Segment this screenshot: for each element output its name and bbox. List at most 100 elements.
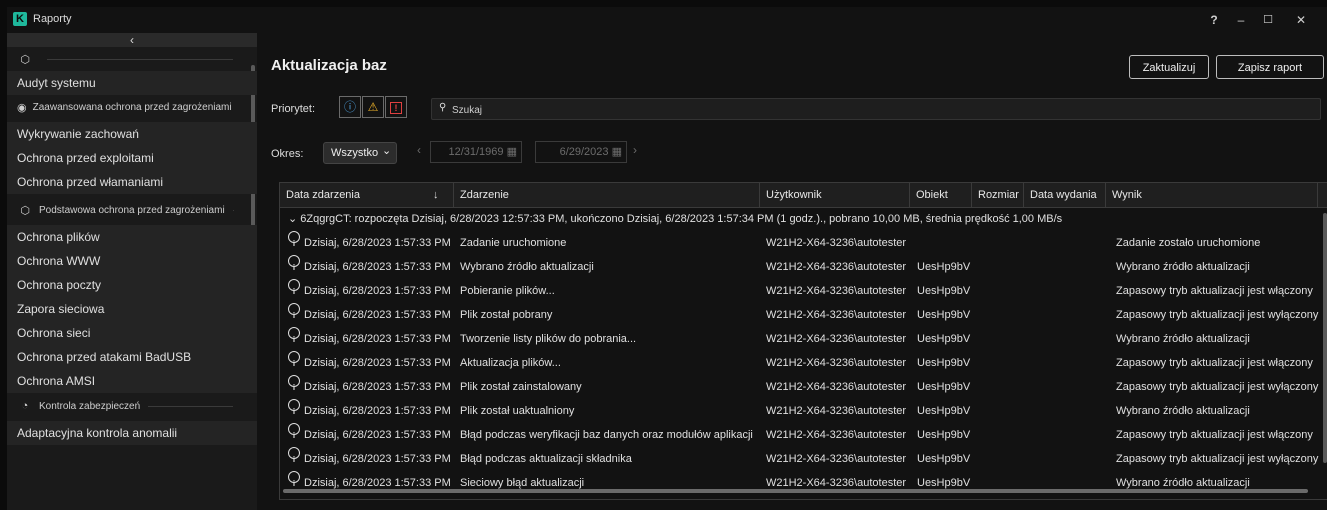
shield-outline-icon: ⬡ — [20, 204, 30, 217]
cell-result: Zapasowy tryb aktualizacji jest wyłączon… — [1116, 309, 1319, 321]
sort-descending-icon: ↓ — [433, 189, 439, 201]
cell-result: Zapasowy tryb aktualizacji jest włączony — [1116, 357, 1313, 369]
cell-date: Dzisiaj, 6/28/2023 1:57:33 PM — [304, 261, 451, 273]
save-report-button[interactable]: Zapisz raport — [1216, 55, 1324, 79]
info-icon: i — [288, 399, 300, 416]
column-header-object[interactable]: Obiekt — [910, 183, 972, 207]
sidebar-item[interactable]: Wykrywanie zachowań — [7, 122, 257, 146]
table-row[interactable]: i Dzisiaj, 6/28/2023 1:57:33 PM Plik zosta… — [280, 399, 1320, 423]
sidebar-section-label: Zaawansowana ochrona przed zagrożeniami — [32, 101, 232, 113]
sidebar: ‹ ⬡ Audyt systemu ◉ Zaawansowana ochrona pr… — [7, 33, 257, 510]
collapse-sidebar-button[interactable]: ‹ — [7, 33, 257, 47]
prev-period-button[interactable]: ‹ — [417, 143, 421, 157]
cell-object: UesHp9bV — [917, 309, 971, 321]
sidebar-item[interactable]: Ochrona przed włamaniami — [7, 170, 257, 194]
cell-user: W21H2-X64-3236\autotester — [766, 261, 907, 273]
sidebar-item[interactable]: Ochrona WWW — [7, 249, 257, 273]
minimize-icon[interactable]: – — [1230, 10, 1252, 30]
priority-info-toggle[interactable]: ⓘ — [339, 96, 361, 118]
maximize-icon[interactable]: ☐ — [1257, 10, 1279, 30]
cell-event: Plik został pobrany — [460, 309, 553, 321]
sidebar-item[interactable]: Ochrona sieci — [7, 321, 257, 345]
table-row[interactable]: i Dzisiaj, 6/28/2023 1:57:33 PM Pobieranie… — [280, 279, 1320, 303]
table-row[interactable]: i Dzisiaj, 6/28/2023 1:57:33 PM Tworzenie … — [280, 327, 1320, 351]
table-row[interactable]: i Dzisiaj, 6/28/2023 1:57:33 PM Zadanie ur… — [280, 231, 1320, 255]
column-header-event[interactable]: Zdarzenie — [454, 183, 760, 207]
cell-date: Dzisiaj, 6/28/2023 1:57:33 PM — [304, 381, 451, 393]
help-icon[interactable]: ? — [1203, 10, 1225, 30]
cell-event: Zadanie uruchomione — [460, 237, 567, 249]
sidebar-item[interactable]: Zapora sieciowa — [7, 297, 257, 321]
sidebar-item[interactable]: Ochrona poczty — [7, 273, 257, 297]
table-row[interactable]: i Dzisiaj, 6/28/2023 1:57:33 PM Aktualizac… — [280, 351, 1320, 375]
warning-icon: ⚠ — [367, 100, 379, 114]
info-icon: i — [288, 471, 300, 488]
cell-date: Dzisiaj, 6/28/2023 1:57:33 PM — [304, 477, 451, 489]
calendar-icon: ▦ — [506, 146, 517, 158]
cell-user: W21H2-X64-3236\autotester — [766, 285, 907, 297]
cell-object: UesHp9bV — [917, 429, 971, 441]
table-row[interactable]: i Dzisiaj, 6/28/2023 1:57:33 PM Sieciowy b… — [280, 471, 1320, 495]
period-dropdown[interactable]: Wszystko ⌄ — [323, 142, 397, 164]
sidebar-section-header: ⬡ — [7, 47, 257, 71]
info-icon: i — [288, 423, 300, 440]
info-icon: i — [288, 303, 300, 320]
table-row[interactable]: i Dzisiaj, 6/28/2023 1:57:33 PM Wybrano źr… — [280, 255, 1320, 279]
priority-critical-toggle[interactable]: ! — [385, 96, 407, 118]
date-from-field[interactable]: 12/31/1969 ▦ — [430, 141, 522, 163]
cell-event: Tworzenie listy plików do pobrania... — [460, 333, 637, 345]
column-header-user[interactable]: Użytkownik — [760, 183, 910, 207]
cell-user: W21H2-X64-3236\autotester — [766, 477, 907, 489]
cell-object: UesHp9bV — [917, 453, 971, 465]
cell-object: UesHp9bV — [917, 477, 971, 489]
search-input[interactable] — [450, 101, 1314, 119]
cell-object: UesHp9bV — [917, 261, 971, 273]
cell-user: W21H2-X64-3236\autotester — [766, 237, 907, 249]
cell-user: W21H2-X64-3236\autotester — [766, 333, 907, 345]
cell-event: Plik został zainstalowany — [460, 381, 582, 393]
sidebar-section-header: ◔ Kontrola zabezpieczeń — [7, 394, 257, 418]
period-label: Okres: — [271, 148, 304, 160]
info-icon: i — [288, 327, 300, 344]
section-divider — [47, 58, 233, 60]
sidebar-item[interactable]: Ochrona przed atakami BadUSB — [7, 345, 257, 369]
search-box[interactable]: ⚲ — [431, 98, 1321, 120]
sidebar-item[interactable]: Audyt systemu — [7, 71, 257, 95]
cell-event: Sieciowy błąd aktualizacji — [460, 477, 585, 489]
task-group-row[interactable]: ⌄ 6ZqgrgCT: rozpoczęta Dzisiaj, 6/28/202… — [280, 208, 1327, 230]
control-icon: ◔ — [21, 400, 29, 412]
table-vertical-scrollbar[interactable] — [1323, 213, 1327, 463]
next-period-button[interactable]: › — [633, 143, 637, 157]
date-to-field[interactable]: 6/29/2023 ▦ — [535, 141, 627, 163]
sidebar-section-header: ⬡ Podstawowa ochrona przed zagrożeniami — [7, 198, 257, 222]
events-table: Data zdarzenia ↓ Zdarzenie Użytkownik Ob… — [279, 182, 1327, 500]
cell-result: Wybrano źródło aktualizacji — [1116, 405, 1250, 417]
sidebar-item[interactable]: Ochrona przed exploitami — [7, 146, 257, 170]
cell-event: Wybrano źródło aktualizacji — [460, 261, 594, 273]
cell-user: W21H2-X64-3236\autotester — [766, 405, 907, 417]
cell-date: Dzisiaj, 6/28/2023 1:57:33 PM — [304, 453, 451, 465]
column-header-date[interactable]: Data zdarzenia ↓ — [280, 183, 454, 207]
table-row[interactable]: i Dzisiaj, 6/28/2023 1:57:33 PM Plik zosta… — [280, 303, 1320, 327]
priority-warning-toggle[interactable]: ⚠ — [362, 96, 384, 118]
column-header-release-date[interactable]: Data wydania — [1024, 183, 1106, 207]
priority-label: Priorytet: — [271, 103, 316, 115]
update-button[interactable]: Zaktualizuj — [1129, 55, 1209, 79]
sidebar-item[interactable]: Adaptacyjna kontrola anomalii — [7, 421, 257, 445]
cell-date: Dzisiaj, 6/28/2023 1:57:33 PM — [304, 405, 451, 417]
column-header-result[interactable]: Wynik — [1106, 183, 1318, 207]
chevron-down-icon: ⌄ — [382, 145, 392, 157]
table-row[interactable]: i Dzisiaj, 6/28/2023 1:57:33 PM Plik zosta… — [280, 375, 1320, 399]
table-row[interactable]: i Dzisiaj, 6/28/2023 1:57:33 PM Błąd podcz… — [280, 447, 1320, 471]
kaspersky-logo-icon: K — [13, 12, 27, 26]
sidebar-item[interactable]: Ochrona AMSI — [7, 369, 257, 393]
cell-result: Wybrano źródło aktualizacji — [1116, 333, 1250, 345]
sidebar-item[interactable]: Ochrona plików — [7, 225, 257, 249]
table-row[interactable]: i Dzisiaj, 6/28/2023 1:57:33 PM Błąd podcz… — [280, 423, 1320, 447]
shield-filled-icon: ◉ — [17, 101, 27, 114]
close-icon[interactable]: ✕ — [1290, 10, 1312, 30]
cell-object: UesHp9bV — [917, 405, 971, 417]
cell-user: W21H2-X64-3236\autotester — [766, 429, 907, 441]
info-icon: i — [288, 375, 300, 392]
column-header-size[interactable]: Rozmiar — [972, 183, 1024, 207]
